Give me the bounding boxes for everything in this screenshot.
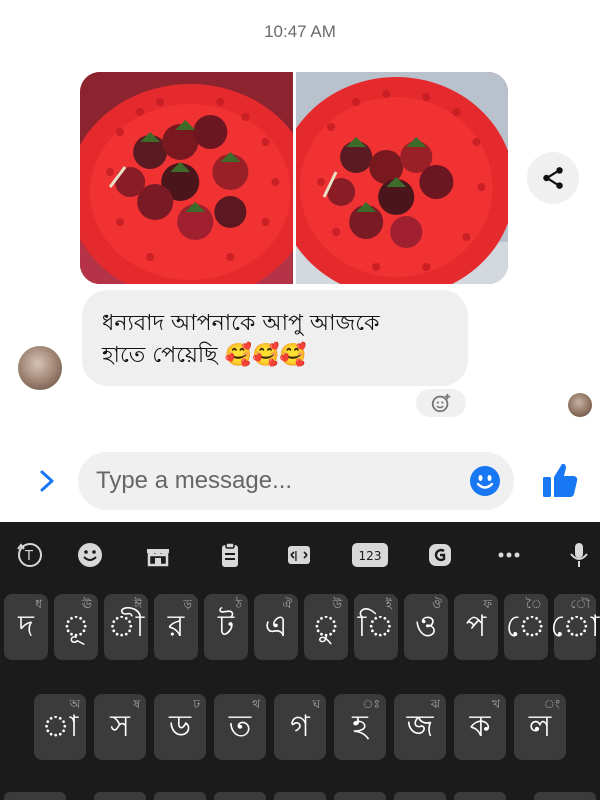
- svg-text:123: 123: [359, 549, 382, 563]
- translate-icon[interactable]: T: [13, 538, 47, 572]
- svg-text:T: T: [24, 549, 33, 564]
- key[interactable]: ঈী: [104, 594, 148, 660]
- message-text-line-2: হাতে পেয়েছি 🥰🥰🥰: [102, 343, 307, 368]
- sender-avatar[interactable]: [18, 346, 62, 390]
- key[interactable]: ঃ হ: [334, 694, 386, 760]
- share-button[interactable]: [527, 152, 579, 204]
- like-button[interactable]: [540, 460, 580, 500]
- keyboard-toolbar: T I 123: [0, 522, 600, 584]
- share-icon: [543, 167, 563, 189]
- key[interactable]: ড় র: [154, 594, 198, 660]
- message-input[interactable]: [96, 467, 466, 495]
- numbers-key[interactable]: 123: [350, 538, 390, 572]
- add-reaction-button[interactable]: [416, 389, 466, 417]
- key[interactable]: ং ল: [514, 694, 566, 760]
- key[interactable]: থত: [214, 694, 266, 760]
- emoji-button[interactable]: [469, 465, 501, 497]
- key[interactable]: ঢড: [154, 694, 206, 760]
- clipboard-icon[interactable]: [213, 538, 247, 572]
- chevron-right-icon: [40, 470, 54, 492]
- thumbs-up-icon: [543, 463, 578, 497]
- received-message-bubble[interactable]: ধন্যবাদ আপনাকে আপু আজকে হাতে পেয়েছি 🥰🥰🥰: [82, 290, 468, 386]
- smiley-icon: [470, 466, 500, 496]
- strawberry-basket-photo-2[interactable]: [295, 72, 508, 284]
- message-text-line-1: ধন্যবাদ আপনাকে আপু আজকে: [102, 311, 380, 336]
- text-edit-icon[interactable]: I: [282, 538, 316, 572]
- seen-indicator-avatar: [568, 393, 592, 417]
- key[interactable]: ঊূ: [54, 594, 98, 660]
- key[interactable]: ষস: [94, 694, 146, 760]
- photo-attachment-group[interactable]: [80, 72, 508, 284]
- message-input-container[interactable]: [78, 452, 514, 510]
- emoji-icon[interactable]: [73, 538, 107, 572]
- svg-text:I: I: [294, 550, 298, 565]
- mic-icon[interactable]: [562, 538, 596, 572]
- key[interactable]: ধদ: [4, 594, 48, 660]
- key[interactable]: ঐএ: [254, 594, 298, 660]
- strawberry-basket-photo-1[interactable]: [80, 72, 293, 284]
- soft-keyboard: T I 123 ধ দ ঊ ূ ঈ ী ড় র ঠ ট ঐ এ উ ু ই ি…: [0, 522, 600, 800]
- sticker-icon[interactable]: [141, 538, 175, 572]
- key[interactable]: ৌো: [551, 594, 599, 660]
- key[interactable]: খক: [454, 694, 506, 760]
- more-icon[interactable]: [492, 538, 526, 572]
- add-reaction-icon: [431, 393, 451, 413]
- key[interactable]: ঘগ: [274, 694, 326, 760]
- keyboard-row-3-partial: [0, 784, 600, 800]
- key[interactable]: ফপ: [454, 594, 498, 660]
- key[interactable]: ইি: [354, 594, 398, 660]
- expand-actions-button[interactable]: [34, 466, 60, 496]
- message-timestamp: 10:47 AM: [264, 22, 336, 41]
- key[interactable]: ঔও: [404, 594, 448, 660]
- key[interactable]: অা: [34, 694, 86, 760]
- key[interactable]: ঝজ: [394, 694, 446, 760]
- gif-icon[interactable]: [423, 538, 457, 572]
- key[interactable]: ৈে: [504, 594, 548, 660]
- key[interactable]: উু: [304, 594, 348, 660]
- key[interactable]: ঠট: [204, 594, 248, 660]
